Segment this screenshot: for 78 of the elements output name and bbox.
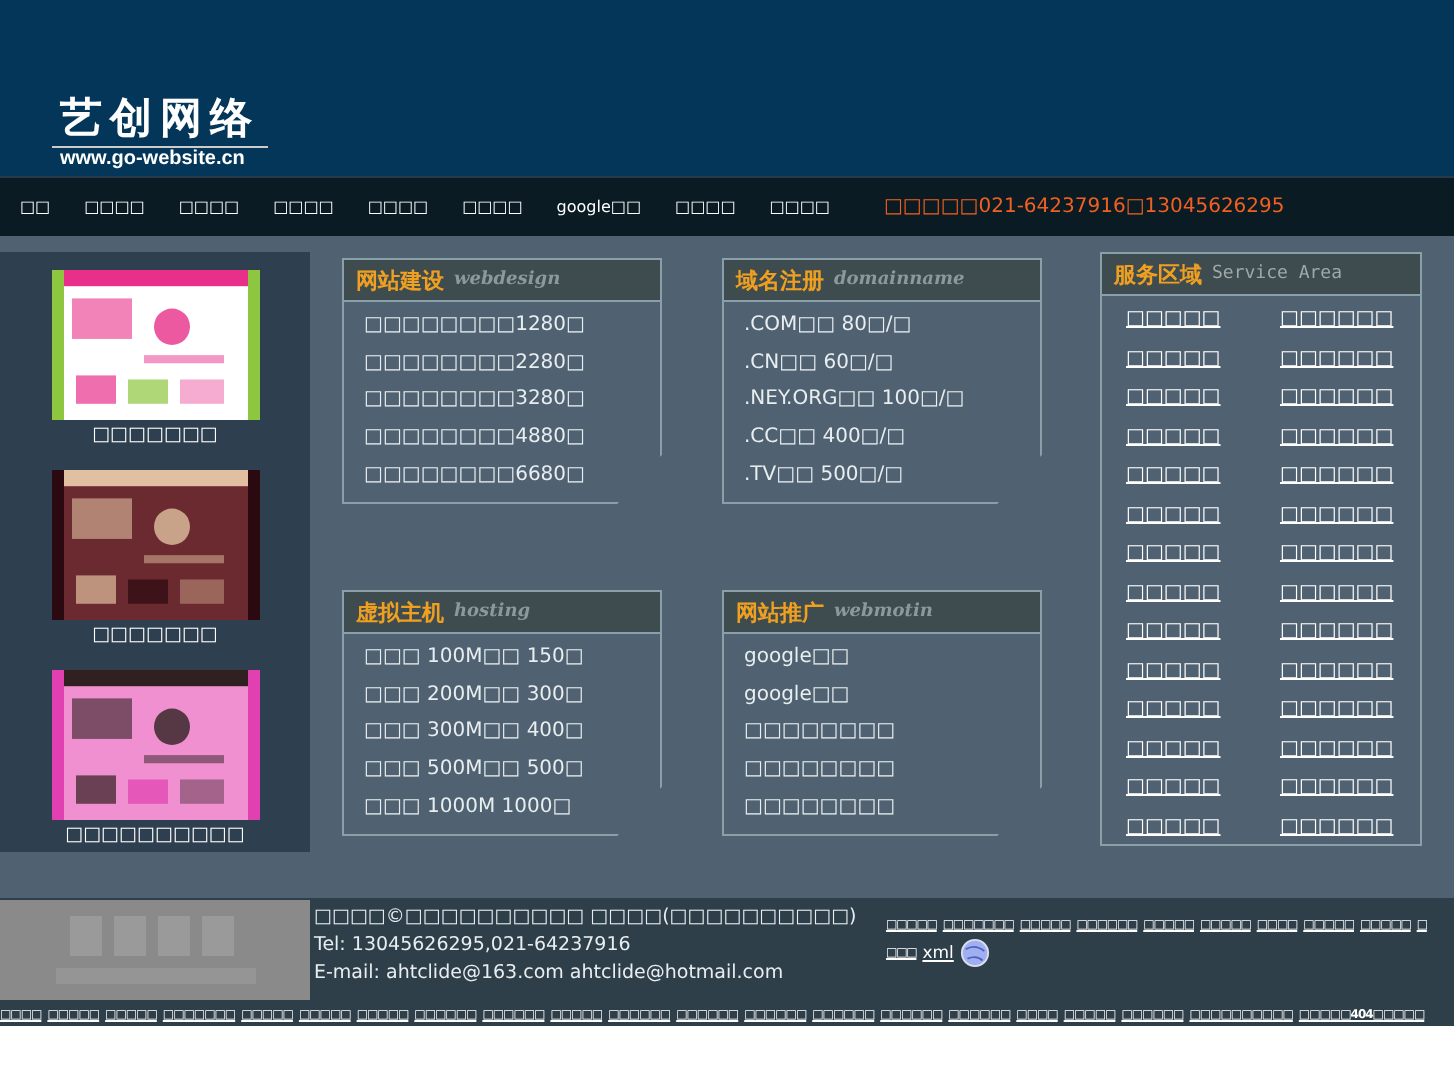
copyright-text: □□□□©□□□□□□□□□□ □□□□(□□□□□□□□□□) bbox=[314, 906, 859, 928]
price-line: .CN□□ 60□/□ bbox=[744, 349, 896, 378]
price-line: □□□ 200M□□ 300□ bbox=[364, 681, 586, 710]
area-link[interactable]: □□□□□□ bbox=[1280, 456, 1420, 495]
nav-link[interactable]: □□□□ bbox=[84, 198, 145, 216]
price-line: □□□ 500M□□ 500□ bbox=[364, 756, 586, 785]
nav-link[interactable]: □□□□ bbox=[367, 198, 429, 216]
phone-text: Tel: 13045626295,021-64237916 bbox=[314, 934, 633, 956]
nav-link[interactable]: google□□ bbox=[556, 198, 642, 216]
logo-text: 艺创网络 bbox=[52, 90, 268, 148]
box-subtitle: webdesign bbox=[454, 270, 561, 290]
area-link[interactable]: □□□□□ bbox=[1126, 729, 1280, 768]
area-link[interactable]: □□□□□ bbox=[1126, 573, 1280, 612]
price-line: .TV□□ 500□/□ bbox=[744, 461, 906, 490]
area-link[interactable]: □□□□□ bbox=[1126, 378, 1280, 417]
area-link[interactable]: □□□□□□ bbox=[1280, 690, 1420, 729]
area-link[interactable]: □□□□□ bbox=[1126, 612, 1280, 651]
area-link[interactable]: □□□□□ bbox=[1126, 534, 1280, 573]
price-line: .COM□□ 80□/□ bbox=[744, 312, 914, 340]
area-link[interactable]: □□□□□□ bbox=[1280, 534, 1420, 573]
price-line: □□□ 1000M 1000□ bbox=[364, 793, 574, 822]
phone-number: □□□□□021-64237916□13045626295 bbox=[883, 196, 1285, 218]
price-line: □□□□□□□□4880□ bbox=[364, 424, 587, 453]
area-link[interactable]: □□□□□□ bbox=[1280, 495, 1420, 534]
area-link[interactable]: □□□□□ bbox=[1126, 768, 1280, 807]
price-line: □□□□□□□□ bbox=[744, 793, 898, 822]
box-title: 网站推广 bbox=[736, 597, 824, 627]
area-link[interactable]: □□□□□□ bbox=[1280, 573, 1420, 612]
area-link[interactable]: □□□□□□ bbox=[1280, 768, 1420, 807]
nav-link[interactable]: □□□□ bbox=[273, 198, 334, 216]
area-link[interactable]: □□□□□□ bbox=[1280, 729, 1420, 768]
box-subtitle: hosting bbox=[454, 602, 531, 622]
area-link[interactable]: □□□□□□ bbox=[1280, 612, 1420, 651]
xml-link[interactable]: xml bbox=[922, 943, 954, 963]
area-link[interactable]: □□□□□ bbox=[1126, 339, 1280, 378]
area-link[interactable]: □□□□□□ bbox=[1280, 300, 1420, 339]
area-link[interactable]: □□□□□ bbox=[1126, 495, 1280, 534]
box-subtitle: Service Area bbox=[1212, 264, 1343, 284]
price-line: □□□□□□□□ bbox=[744, 718, 898, 747]
area-link[interactable]: □□□□□□ bbox=[1280, 378, 1420, 417]
price-line: □□□□□□□□2280□ bbox=[364, 349, 587, 378]
nav-link[interactable]: □□ bbox=[20, 198, 51, 216]
portfolio-caption[interactable]: □□□□□□□□□□ bbox=[65, 824, 245, 846]
price-line: □□□ 100M□□ 150□ bbox=[364, 644, 586, 672]
price-line: □□□ 300M□□ 400□ bbox=[364, 718, 586, 747]
price-line: □□□□□□□□ bbox=[744, 756, 898, 785]
portfolio-caption[interactable]: □□□□□□□ bbox=[92, 624, 218, 646]
nav-link[interactable]: □□□□ bbox=[462, 198, 523, 216]
price-line: .NEY.ORG□□ 100□/□ bbox=[744, 386, 967, 415]
box-title: 域名注册 bbox=[736, 265, 824, 295]
area-link[interactable]: □□□□□ bbox=[1126, 417, 1280, 456]
box-title: 虚拟主机 bbox=[356, 597, 444, 627]
price-line: □□□□□□□□6680□ bbox=[364, 461, 587, 490]
nav-link[interactable]: □□□□ bbox=[769, 198, 830, 216]
area-link[interactable]: □□□□□ bbox=[1126, 300, 1280, 339]
area-link[interactable]: □□□□□ bbox=[1126, 690, 1280, 729]
box-title: 服务区域 bbox=[1114, 259, 1202, 289]
area-link[interactable]: □□□□□□ bbox=[1280, 651, 1420, 690]
area-link[interactable]: □□□□□ bbox=[1126, 651, 1280, 690]
price-line: .CC□□ 400□/□ bbox=[744, 424, 908, 453]
portfolio-caption[interactable]: □□□□□□□ bbox=[92, 424, 218, 446]
box-title: 网站建设 bbox=[356, 265, 444, 295]
box-subtitle: domainname bbox=[834, 270, 965, 290]
area-link[interactable]: □□□□□□ bbox=[1280, 807, 1420, 846]
price-line: google□□ bbox=[744, 644, 852, 672]
area-link[interactable]: □□□□□ bbox=[1126, 807, 1280, 846]
area-link[interactable]: □□□□□□ bbox=[1280, 417, 1420, 456]
email-text: E-mail: ahtclide@163.com ahtclide@hotmail.com bbox=[314, 962, 786, 984]
price-line: □□□□□□□□3280□ bbox=[364, 386, 587, 415]
price-line: □□□□□□□□1280□ bbox=[364, 312, 587, 340]
globe-icon[interactable] bbox=[959, 938, 990, 968]
area-link[interactable]: □□□□□□ bbox=[1280, 339, 1420, 378]
logo-url: www.go-website.cn bbox=[58, 148, 245, 170]
nav-link[interactable]: □□□□ bbox=[178, 198, 240, 216]
box-subtitle: webmotin bbox=[834, 602, 933, 622]
price-line: google□□ bbox=[744, 681, 852, 710]
area-link[interactable]: □□□□□ bbox=[1126, 456, 1280, 495]
nav-link[interactable]: □□□□ bbox=[675, 198, 736, 216]
